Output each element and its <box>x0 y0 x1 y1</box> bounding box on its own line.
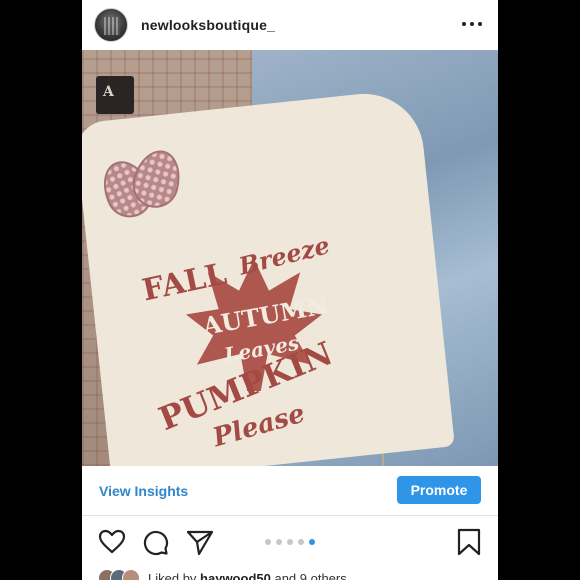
carousel-dot <box>276 539 282 545</box>
post-photo[interactable]: A FALL Breeze AUTUMN Leaves PUMPKIN Plea… <box>82 50 498 466</box>
comment-icon[interactable] <box>141 528 169 556</box>
likes-summary: Liked by haywood50 and 9 others <box>98 568 347 580</box>
brand-tag-text: A <box>103 84 114 100</box>
post-header: newlooksboutique_ <box>82 0 498 50</box>
likes-suffix[interactable]: and 9 others <box>274 571 346 580</box>
bookmark-icon[interactable] <box>455 528 483 556</box>
view-insights-link[interactable]: View Insights <box>99 483 188 499</box>
carousel-dot-active <box>309 539 315 545</box>
profile-avatar[interactable] <box>94 8 128 42</box>
carousel-dot <box>287 539 293 545</box>
more-options-icon[interactable] <box>462 17 482 31</box>
heart-icon[interactable] <box>98 528 126 556</box>
instagram-post: newlooksboutique_ A FALL Breeze AUTUMN L… <box>82 0 498 580</box>
shirt-print: FALL Breeze AUTUMN Leaves PUMPKIN Please <box>139 230 372 455</box>
shirt-line-breeze: Breeze <box>235 230 333 281</box>
likes-text[interactable]: Liked by haywood50 and 9 others <box>148 571 347 580</box>
carousel-dot <box>265 539 271 545</box>
liker-username[interactable]: haywood50 <box>200 571 271 580</box>
carousel-dot <box>298 539 304 545</box>
share-icon[interactable] <box>186 528 214 556</box>
brand-tag-image: A <box>96 76 134 114</box>
username[interactable]: newlooksboutique_ <box>141 17 275 33</box>
promote-button[interactable]: Promote <box>397 476 481 504</box>
likes-prefix: Liked by <box>148 570 197 580</box>
liker-avatar[interactable] <box>122 569 140 580</box>
insights-bar: View Insights Promote <box>82 466 498 516</box>
post-action-icons <box>82 520 498 564</box>
carousel-indicator <box>265 539 315 545</box>
